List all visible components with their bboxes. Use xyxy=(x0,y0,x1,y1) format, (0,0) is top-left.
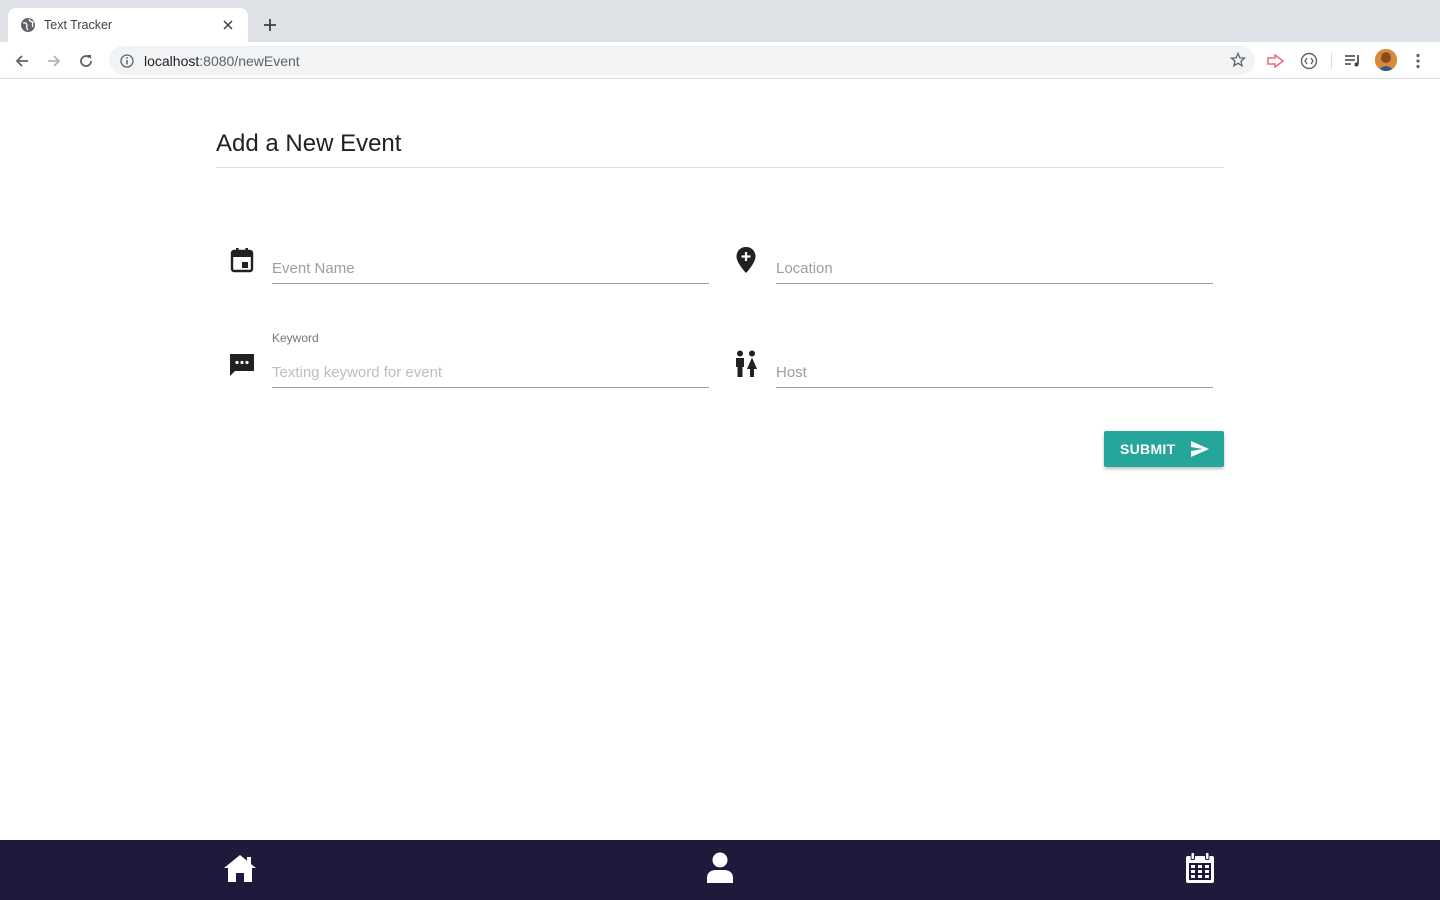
browser-menu-icon[interactable] xyxy=(1406,49,1430,73)
event-icon xyxy=(228,246,256,274)
home-icon xyxy=(222,853,258,888)
tab-title: Text Tracker xyxy=(44,18,113,32)
browser-tabstrip: Text Tracker xyxy=(0,0,1440,42)
browser-toolbar: localhost:8080/newEvent xyxy=(0,42,1440,79)
calendar-icon xyxy=(1185,851,1215,889)
keyword-field[interactable] xyxy=(272,346,709,388)
keyword-label: Keyword xyxy=(272,331,319,345)
reload-icon[interactable] xyxy=(74,49,98,73)
extension-arrow-icon[interactable] xyxy=(1264,49,1288,73)
url-path: :8080/newEvent xyxy=(199,52,300,69)
submit-button[interactable]: SUBMIT xyxy=(1104,431,1224,467)
profile-avatar[interactable] xyxy=(1375,49,1397,71)
url-text: localhost:8080/newEvent xyxy=(144,53,300,69)
info-icon[interactable] xyxy=(119,53,135,69)
location-input[interactable] xyxy=(776,242,1213,282)
nav-calendar[interactable] xyxy=(1180,851,1220,889)
user-icon xyxy=(706,852,734,889)
host-input[interactable] xyxy=(776,346,1213,386)
back-arrow-icon[interactable] xyxy=(10,49,34,73)
close-tab-icon[interactable] xyxy=(220,17,236,33)
bottom-nav xyxy=(0,840,1440,900)
browser-tab[interactable]: Text Tracker xyxy=(8,8,248,42)
forward-arrow-icon[interactable] xyxy=(42,49,66,73)
page-content: Add a New Event Keyword SUBMIT xyxy=(0,79,1440,840)
event-name-input[interactable] xyxy=(272,242,709,282)
media-queue-icon[interactable] xyxy=(1341,49,1365,73)
location-field[interactable] xyxy=(776,242,1213,284)
people-icon xyxy=(732,350,760,378)
bookmark-star-icon[interactable] xyxy=(1229,51,1247,69)
url-host: localhost xyxy=(144,52,200,69)
send-icon xyxy=(1189,439,1211,459)
address-bar[interactable]: localhost:8080/newEvent xyxy=(109,46,1255,75)
nav-home[interactable] xyxy=(220,852,260,888)
toolbar-separator xyxy=(1331,53,1332,69)
page-title: Add a New Event xyxy=(216,130,402,157)
extension-code-icon[interactable] xyxy=(1297,49,1321,73)
host-field[interactable] xyxy=(776,346,1213,388)
sms-icon xyxy=(228,351,256,379)
submit-label: SUBMIT xyxy=(1120,441,1176,457)
nav-profile[interactable] xyxy=(700,852,740,888)
globe-icon xyxy=(20,17,36,33)
add-location-icon xyxy=(732,246,760,274)
event-name-field[interactable] xyxy=(272,242,709,284)
keyword-input[interactable] xyxy=(272,346,709,386)
new-tab-button[interactable] xyxy=(258,13,282,37)
title-divider xyxy=(216,167,1224,168)
